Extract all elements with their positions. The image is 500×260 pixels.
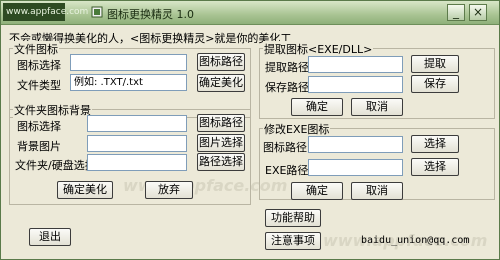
folder-icon-select-label: 图标选择 xyxy=(17,120,61,133)
help-button[interactable]: 功能帮助 xyxy=(265,209,321,227)
site-badge: www.appface.com xyxy=(3,3,88,21)
extract-legend: 提取图标<EXE/DLL> xyxy=(263,41,374,57)
app-window: www.appface.com 图标更换精灵 1.0 _ × www.appfa… xyxy=(0,0,500,260)
extract-cancel-button[interactable]: 取消 xyxy=(351,98,403,116)
contact-email: baidu_union@qq.com xyxy=(361,235,470,246)
minimize-button[interactable]: _ xyxy=(447,4,465,21)
folder-disk-label: 文件夹/硬盘选择 xyxy=(15,159,96,172)
folder-disk-input[interactable] xyxy=(87,154,187,171)
folder-icon-path-button[interactable]: 图标路径 xyxy=(197,114,245,132)
folder-icon-path-input[interactable] xyxy=(87,115,187,132)
close-button[interactable]: × xyxy=(469,4,487,21)
save-path-input[interactable] xyxy=(308,76,403,93)
image-select-button[interactable]: 图片选择 xyxy=(197,134,245,152)
exe-path-label: EXE路径 xyxy=(265,164,309,177)
exe-ok-button[interactable]: 确定 xyxy=(291,182,343,200)
main-panel: www.appface.com www.appface.com 不会或懒得换美化… xyxy=(3,26,497,258)
file-icon-path-button[interactable]: 图标路径 xyxy=(197,53,245,71)
save-button[interactable]: 保存 xyxy=(411,75,459,93)
title-bar[interactable]: www.appface.com 图标更换精灵 1.0 _ × xyxy=(1,1,499,25)
app-icon xyxy=(91,6,103,18)
save-path-label: 保存路径 xyxy=(265,81,309,94)
file-icon-select-label: 图标选择 xyxy=(17,59,61,72)
notes-button[interactable]: 注意事项 xyxy=(265,232,321,250)
exe-path-input[interactable] xyxy=(308,159,403,176)
icon-select-button[interactable]: 选择 xyxy=(411,135,459,153)
folder-bg-legend: 文件夹图标背景 xyxy=(13,102,92,118)
extract-path-input[interactable] xyxy=(308,56,403,73)
file-type-input[interactable]: 例如: .TXT/.txt xyxy=(70,74,187,91)
bg-image-input[interactable] xyxy=(87,135,187,152)
extract-ok-button[interactable]: 确定 xyxy=(291,98,343,116)
extract-button[interactable]: 提取 xyxy=(411,55,459,73)
exe-icon-path-label: 图标路径 xyxy=(263,141,307,154)
path-select-button[interactable]: 路径选择 xyxy=(197,153,245,171)
exe-icon-path-input[interactable] xyxy=(308,136,403,153)
file-type-label: 文件类型 xyxy=(17,79,61,92)
exe-select-button[interactable]: 选择 xyxy=(411,158,459,176)
modify-exe-legend: 修改EXE图标 xyxy=(263,121,331,137)
window-title: 图标更换精灵 1.0 xyxy=(107,8,194,21)
exe-cancel-button[interactable]: 取消 xyxy=(351,182,403,200)
extract-path-label: 提取路径 xyxy=(265,61,309,74)
file-confirm-button[interactable]: 确定美化 xyxy=(197,74,245,92)
bg-image-label: 背景图片 xyxy=(17,140,61,153)
discard-button[interactable]: 放弃 xyxy=(145,181,193,199)
folder-confirm-button[interactable]: 确定美化 xyxy=(57,181,113,199)
exit-button[interactable]: 退出 xyxy=(29,228,71,246)
file-icon-legend: 文件图标 xyxy=(13,41,59,57)
file-icon-path-input[interactable] xyxy=(70,54,187,71)
